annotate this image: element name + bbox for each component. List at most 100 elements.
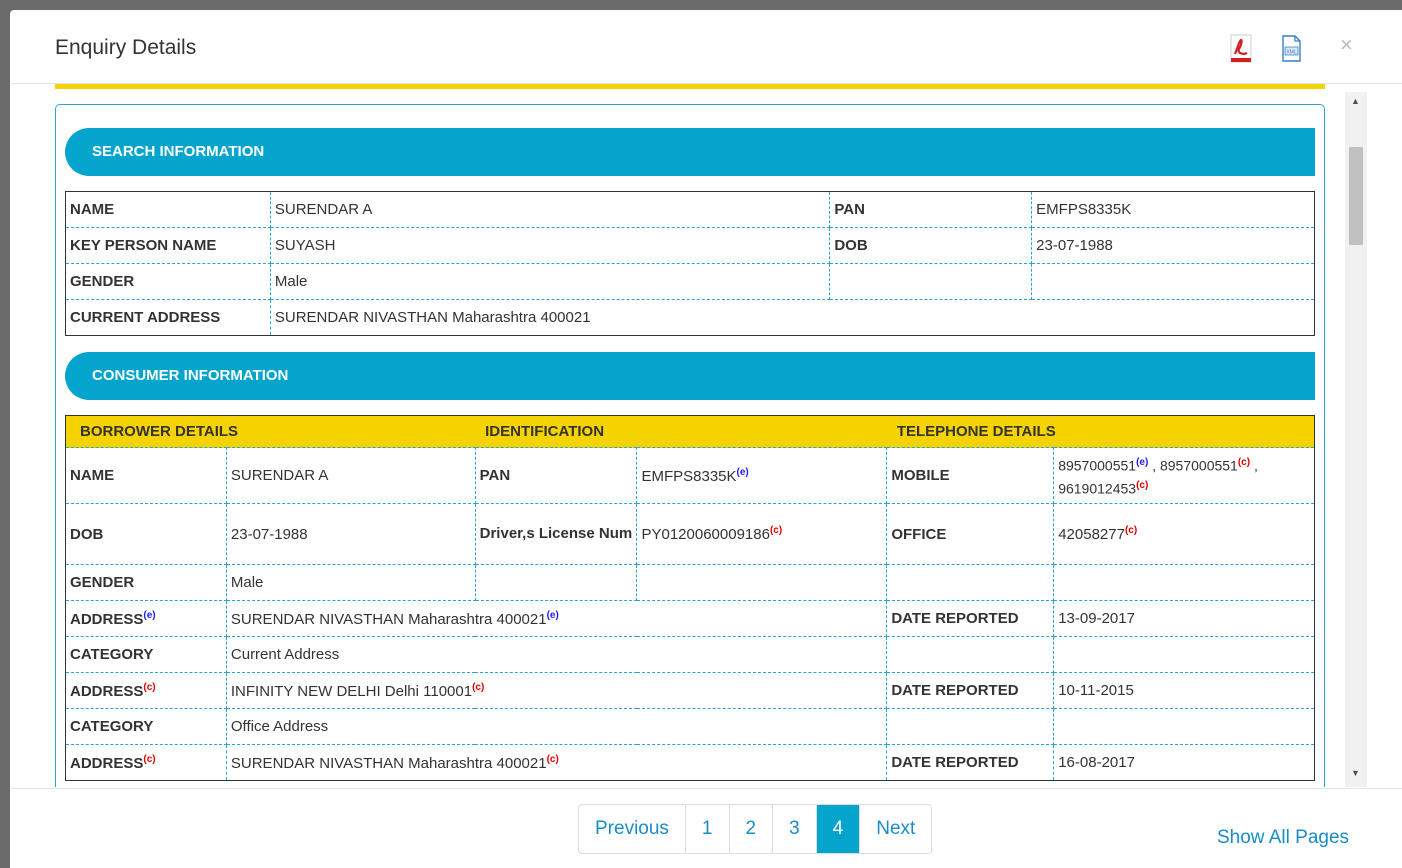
dob-label: DOB — [65, 503, 227, 565]
separator: , — [1250, 457, 1258, 474]
cibil-marker: (c) — [1124, 525, 1138, 536]
pan-value-cell: EMFPS8335K(e) — [636, 447, 888, 504]
enquiry-details-modal: Enquiry Details XML × SEARCH INFORMATION… — [10, 10, 1402, 868]
category-label: CATEGORY — [65, 708, 227, 745]
table-row: ADDRESS(c) SURENDAR NIVASTHAN Maharashtr… — [65, 744, 1315, 781]
table-row: DOB 23-07-1988 Driver,s License Num PY01… — [65, 503, 1315, 565]
pagination-page-3[interactable]: 3 — [772, 805, 816, 853]
date-reported-value: 13-09-2017 — [1053, 600, 1315, 637]
category-value: Current Address — [225, 636, 888, 673]
cibil-marker: (c) — [143, 681, 156, 693]
table-row: KEY PERSON NAME SUYASH DOB 23-07-1988 — [65, 227, 1315, 264]
vertical-scrollbar[interactable]: ▲ ▼ — [1345, 92, 1367, 787]
office-value-cell: 42058277(c) — [1053, 503, 1315, 565]
current-address-label: CURRENT ADDRESS — [65, 299, 271, 336]
license-label: Driver,s License Num — [474, 503, 638, 565]
modal-body[interactable]: SEARCH INFORMATION NAME SURENDAR A PAN E… — [45, 90, 1383, 787]
pagination-page-2[interactable]: 2 — [728, 805, 773, 853]
license-value: PY0120060009186 — [641, 526, 770, 543]
gender-label: GENDER — [65, 564, 227, 601]
header-accent-bar — [55, 84, 1325, 89]
pagination: Previous 1 2 3 4 Next — [578, 804, 933, 854]
table-row: ADDRESS(c) INFINITY NEW DELHI Delhi 1100… — [65, 672, 1315, 709]
date-reported-label: DATE REPORTED — [886, 672, 1055, 709]
key-person-label: KEY PERSON NAME — [65, 227, 271, 264]
address-value: SURENDAR NIVASTHAN Maharashtra 400021 — [230, 610, 547, 628]
date-reported-label: DATE REPORTED — [886, 600, 1055, 637]
address-label: ADDRESS — [70, 682, 144, 700]
pdf-icon[interactable] — [1228, 34, 1254, 64]
address-value-cell: SURENDAR NIVASTHAN Maharashtra 400021(e) — [225, 600, 888, 637]
table-row: CURRENT ADDRESS SURENDAR NIVASTHAN Mahar… — [65, 299, 1315, 336]
cibil-marker: (c) — [143, 753, 156, 765]
address-label: ADDRESS — [70, 610, 144, 628]
search-dob-label: DOB — [829, 227, 1033, 264]
table-row: GENDER Male — [65, 564, 1315, 601]
empty-cell — [1053, 636, 1315, 673]
empty-cell — [829, 263, 1033, 300]
table-row: ADDRESS(e) SURENDAR NIVASTHAN Maharashtr… — [65, 600, 1315, 637]
table-row: CATEGORY Office Address — [65, 708, 1315, 745]
scrollbar-thumb[interactable] — [1349, 147, 1363, 245]
modal-footer: Previous 1 2 3 4 Next Show All Pages — [10, 788, 1402, 868]
show-all-pages-link[interactable]: Show All Pages — [1217, 827, 1349, 849]
date-reported-value: 10-11-2015 — [1053, 672, 1315, 709]
search-gender-value: Male — [269, 263, 831, 300]
report-content-box: SEARCH INFORMATION NAME SURENDAR A PAN E… — [55, 104, 1325, 787]
identification-header: IDENTIFICATION — [485, 423, 605, 440]
empty-cell — [886, 708, 1055, 745]
pagination-page-4-active[interactable]: 4 — [815, 805, 860, 853]
search-information-table: NAME SURENDAR A PAN EMFPS8335K KEY PERSO… — [65, 191, 1315, 336]
category-label: CATEGORY — [65, 636, 227, 673]
scroll-up-arrow-icon[interactable]: ▲ — [1351, 96, 1360, 106]
address-label: ADDRESS — [70, 754, 144, 772]
consumer-name-label: NAME — [65, 447, 227, 504]
address-label-cell: ADDRESS(c) — [65, 744, 227, 781]
consumer-information-banner: CONSUMER INFORMATION — [65, 352, 1315, 400]
equifax-marker: (e) — [1136, 456, 1149, 468]
search-gender-label: GENDER — [65, 263, 271, 300]
cibil-marker: (c) — [546, 753, 559, 765]
modal-title: Enquiry Details — [55, 36, 197, 59]
pagination-page-1[interactable]: 1 — [684, 805, 729, 853]
consumer-information-table: BORROWER DETAILS IDENTIFICATION TELEPHON… — [65, 415, 1315, 781]
date-reported-label: DATE REPORTED — [886, 744, 1055, 781]
address-value: SURENDAR NIVASTHAN Maharashtra 400021 — [230, 754, 547, 772]
close-icon[interactable]: × — [1340, 32, 1353, 58]
search-name-value: SURENDAR A — [269, 191, 831, 228]
mobile-label: MOBILE — [886, 447, 1055, 504]
empty-cell — [886, 636, 1055, 673]
table-header-row: BORROWER DETAILS IDENTIFICATION TELEPHON… — [65, 415, 1315, 448]
modal-header: Enquiry Details XML × — [10, 10, 1402, 84]
search-information-banner: SEARCH INFORMATION — [65, 128, 1315, 176]
search-pan-value: EMFPS8335K — [1031, 191, 1315, 228]
cibil-marker: (c) — [1237, 456, 1251, 468]
search-dob-value: 23-07-1988 — [1031, 227, 1315, 264]
empty-cell — [474, 564, 638, 601]
equifax-marker: (e) — [143, 609, 156, 621]
pan-label: PAN — [474, 447, 638, 504]
key-person-value: SUYASH — [269, 227, 831, 264]
address-label-cell: ADDRESS(c) — [65, 672, 227, 709]
table-row: GENDER Male — [65, 263, 1315, 300]
xml-file-icon[interactable]: XML — [1278, 34, 1304, 64]
pan-value: EMFPS8335K — [641, 467, 737, 485]
cibil-marker: (c) — [472, 681, 485, 693]
search-name-label: NAME — [65, 191, 271, 228]
mobile-number: 8957000551 — [1058, 457, 1137, 474]
pagination-previous-button[interactable]: Previous — [579, 805, 685, 853]
telephone-details-header: TELEPHONE DETAILS — [896, 423, 1056, 440]
empty-cell — [1031, 263, 1315, 300]
pagination-next-button[interactable]: Next — [859, 805, 931, 853]
borrower-details-header: BORROWER DETAILS — [80, 423, 239, 440]
mobile-value-cell: 8957000551(e) , 8957000551(c) , 96190124… — [1053, 447, 1315, 504]
scroll-down-arrow-icon[interactable]: ▼ — [1351, 768, 1360, 778]
mobile-number: , 8957000551 — [1148, 457, 1238, 474]
empty-cell — [636, 564, 888, 601]
empty-cell — [1053, 708, 1315, 745]
address-value-cell: INFINITY NEW DELHI Delhi 110001(c) — [225, 672, 888, 709]
cibil-marker: (c) — [1136, 479, 1149, 491]
empty-cell — [1053, 564, 1315, 601]
mobile-number: 9619012453 — [1058, 480, 1137, 497]
address-value-cell: SURENDAR NIVASTHAN Maharashtra 400021(c) — [225, 744, 888, 781]
